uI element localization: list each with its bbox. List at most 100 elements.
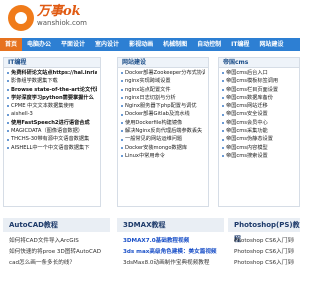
- article-link[interactable]: Docker安装mongo数据库: [125, 144, 187, 152]
- bullet-icon: [222, 155, 224, 158]
- tutorial-link[interactable]: 3DMAX7.0基础教程视频: [123, 236, 218, 247]
- section-body: 如何将CAD文件导入ArcGIS 如何快速的将proe 3D图转AutoCAD ca…: [3, 232, 110, 273]
- bullet-icon: [121, 155, 123, 158]
- article-link[interactable]: 学好深度学习python需要掌握什么: [11, 94, 94, 102]
- list-item: Docker部署Gitlab及流水线: [121, 110, 205, 118]
- list-item: 帝国cms会员中心: [222, 119, 296, 127]
- bullet-icon: [7, 130, 9, 133]
- bullet-icon: [7, 97, 9, 100]
- bullet-icon: [222, 113, 224, 116]
- site-header: 万事ok wanshiok.com: [0, 0, 300, 38]
- list-item: 帝国cms搜索设置: [222, 152, 296, 160]
- section-3dmax: 3DMAX教程 3DMAX7.0基础教程视频 3ds max高级角色建模：美女篇视…: [117, 218, 224, 300]
- section-autocad: AutoCAD教程 如何将CAD文件导入ArcGIS 如何快速的将proe 3D图…: [3, 218, 110, 300]
- nav-item[interactable]: 自动控制: [192, 38, 226, 51]
- article-link[interactable]: 帝国cms栏目页面设置: [226, 86, 278, 94]
- section-body: Photoshop CS6入门到精通Photoshop CS6入门到精通Phot…: [228, 232, 300, 273]
- article-link[interactable]: MAGICDATA（图像语音数据）: [11, 127, 83, 135]
- article-link[interactable]: 使用FastSpeech2进行语音合成: [11, 119, 90, 127]
- bullet-icon: [121, 146, 123, 149]
- list-item: 帝国cms后台入口: [222, 69, 296, 77]
- article-link[interactable]: 免费科研论文站点https://hal.inria.: [11, 69, 97, 77]
- article-link[interactable]: 帝国cms搜索设置: [226, 152, 268, 160]
- list-item: 帝国cms采集功能: [222, 127, 296, 135]
- list-item: Docker安装mongo数据库: [121, 144, 205, 152]
- list-item: 免费科研论文站点https://hal.inria.: [7, 69, 97, 77]
- list-item: 帝国cms内容模型: [222, 144, 296, 152]
- nav-item[interactable]: 网站建设: [254, 38, 288, 51]
- list-item: aishell-3: [7, 110, 97, 118]
- panel-list: Docker部署Zookeeper分布式协调 nginx实现跨域设置 nginx站点…: [118, 68, 208, 161]
- tutorial-link[interactable]: 如何快速的将proe 3D图转AutoCAD: [9, 247, 104, 258]
- article-link[interactable]: CPME 中文文本数据集使用: [11, 102, 74, 110]
- bullet-icon: [121, 105, 123, 108]
- tutorial-link[interactable]: cad怎么画一条多长的线？: [9, 258, 104, 269]
- list-item: Docker部署Zookeeper分布式协调: [121, 69, 205, 77]
- article-link[interactable]: Nginx服务器下php配置与调优: [125, 102, 197, 110]
- article-link[interactable]: nginx站点配置文件: [125, 86, 171, 94]
- nav-item[interactable]: 首页: [0, 38, 23, 51]
- site-logo[interactable]: 万事ok wanshiok.com: [8, 5, 87, 31]
- list-item: AISHELL中一个中文语音数据集下: [7, 144, 97, 152]
- article-link[interactable]: 帝国cms伪静态设置: [226, 135, 273, 143]
- article-link[interactable]: nginx日志切割与分析: [125, 94, 176, 102]
- article-link[interactable]: 帝国cms网站迁移: [226, 102, 268, 110]
- list-item: 解决Nginx反向代理后端参数丢失: [121, 127, 205, 135]
- article-link[interactable]: 帝国cms数据库备份: [226, 94, 273, 102]
- nav-item[interactable]: IT编程: [226, 38, 254, 51]
- bullet-icon: [222, 121, 224, 124]
- section-body: 3DMAX7.0基础教程视频 3ds max高级角色建模：美女篇视频 3dsMax8…: [117, 232, 224, 273]
- article-link[interactable]: 帝国cms内容模型: [226, 144, 268, 152]
- article-link[interactable]: 一般常见的网站运维问题: [125, 135, 182, 143]
- bullet-icon: [7, 72, 9, 75]
- bullet-icon: [222, 146, 224, 149]
- section-title: AutoCAD教程: [3, 218, 110, 232]
- bullet-icon: [7, 88, 9, 91]
- article-link[interactable]: 帝国cms会员中心: [226, 119, 268, 127]
- article-link[interactable]: THCHS-30带有源中文语音数据集: [11, 135, 89, 143]
- bullet-icon: [222, 105, 224, 108]
- tutorial-link[interactable]: Photoshop CS6入门到精通: [234, 247, 294, 258]
- article-link[interactable]: 帝国cms安全设置: [226, 110, 268, 118]
- list-item: 帝国cms模板标签调用: [222, 77, 296, 85]
- nav-item[interactable]: 平面设计: [56, 38, 90, 51]
- bullet-icon: [222, 80, 224, 83]
- bullet-icon: [121, 72, 123, 75]
- nav-item[interactable]: 机械制图: [158, 38, 192, 51]
- bullet-icon: [7, 146, 9, 149]
- article-link[interactable]: 解决Nginx反向代理后端参数丢失: [125, 127, 202, 135]
- article-link[interactable]: 帝国cms后台入口: [226, 69, 268, 77]
- tutorial-link[interactable]: Photoshop CS6入门到精通: [234, 258, 294, 269]
- article-link[interactable]: nginx实现跨域设置: [125, 77, 171, 85]
- article-link[interactable]: 使用Dockerfile构建镜像: [125, 119, 182, 127]
- tutorial-link[interactable]: 3dsMax8.0动画制作宝典视频教程: [123, 258, 218, 269]
- article-link[interactable]: 影像组学数据集下载: [11, 77, 58, 85]
- logo-title: 万事ok: [37, 4, 81, 19]
- article-link[interactable]: 帝国cms采集功能: [226, 127, 268, 135]
- nav-item[interactable]: 室内设计: [90, 38, 124, 51]
- panel-list: 免费科研论文站点https://hal.inria. 影像组学数据集下载 Brows…: [4, 68, 100, 153]
- article-link[interactable]: Docker部署Gitlab及流水线: [125, 110, 190, 118]
- list-item: 影像组学数据集下载: [7, 77, 97, 85]
- tutorial-link[interactable]: 如何将CAD文件导入ArcGIS: [9, 236, 104, 247]
- nav-item[interactable]: 电脑办公: [22, 38, 56, 51]
- article-link[interactable]: Docker部署Zookeeper分布式协调: [125, 69, 205, 77]
- list-item: nginx日志切割与分析: [121, 94, 205, 102]
- nav-item[interactable]: 影视动画: [124, 38, 158, 51]
- bullet-icon: [121, 88, 123, 91]
- article-link[interactable]: Linux中常用命令: [125, 152, 165, 160]
- bullet-icon: [7, 113, 9, 116]
- list-item: 帝国cms网站迁移: [222, 102, 296, 110]
- section-photoshop: Photoshop(PS)教程 Photoshop CS6入门到精通Photos…: [228, 218, 300, 300]
- bullet-icon: [121, 113, 123, 116]
- bullet-icon: [121, 138, 123, 141]
- bullet-icon: [7, 80, 9, 83]
- article-link[interactable]: AISHELL中一个中文语音数据集下: [11, 144, 89, 152]
- list-item: Browse state-of-the-art论文代码: [7, 86, 97, 94]
- article-link[interactable]: aishell-3: [11, 110, 33, 118]
- tutorial-link[interactable]: 3ds max高级角色建模：美女篇视频: [123, 247, 218, 258]
- section-title: 3DMAX教程: [117, 218, 224, 232]
- article-link[interactable]: 帝国cms模板标签调用: [226, 77, 278, 85]
- article-link[interactable]: Browse state-of-the-art论文代码: [11, 86, 97, 94]
- tutorial-link[interactable]: Photoshop CS6入门到精通: [234, 236, 294, 247]
